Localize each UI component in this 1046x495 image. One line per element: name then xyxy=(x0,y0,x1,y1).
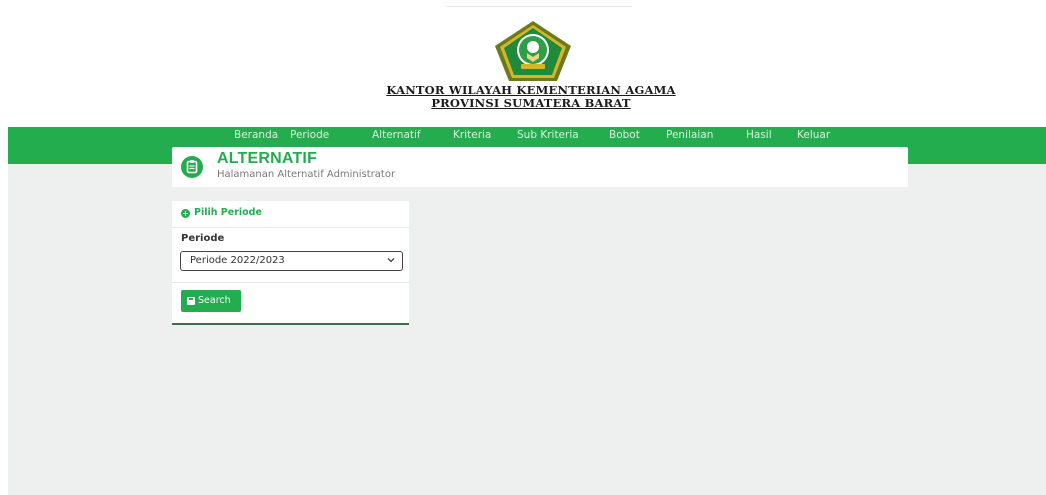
nav-item-bobot[interactable]: Bobot xyxy=(609,129,640,141)
periode-select[interactable]: Periode 2022/2023 xyxy=(180,251,403,271)
nav-item-keluar[interactable]: Keluar xyxy=(797,129,830,141)
form-card-header: Pilih Periode xyxy=(172,201,409,228)
periode-form-card: Pilih Periode Periode Periode 2022/2023 … xyxy=(172,201,409,325)
kemenag-logo-icon xyxy=(495,21,571,81)
top-divider xyxy=(446,6,632,7)
nav-item-penilaian[interactable]: Penilaian xyxy=(666,129,713,141)
chevron-down-icon xyxy=(387,258,395,263)
page-title-card: ALTERNATIF Halamanan Alternatif Administ… xyxy=(172,147,908,187)
nav-item-sub-kriteria[interactable]: Sub Kriteria xyxy=(517,129,579,141)
page: KANTOR WILAYAH KEMENTERIAN AGAMA PROVINS… xyxy=(8,0,1046,495)
nav-item-kriteria[interactable]: Kriteria xyxy=(453,129,491,141)
search-button[interactable]: Search xyxy=(181,290,241,312)
nav-item-beranda[interactable]: Beranda xyxy=(234,129,278,141)
content-area xyxy=(8,164,1046,495)
nav-item-hasil[interactable]: Hasil xyxy=(746,129,772,141)
form-card-title: Pilih Periode xyxy=(194,207,262,218)
header: KANTOR WILAYAH KEMENTERIAN AGAMA PROVINS… xyxy=(8,0,1046,127)
periode-select-value: Periode 2022/2023 xyxy=(190,255,285,266)
plus-circle-icon xyxy=(181,209,190,218)
clipboard-icon xyxy=(181,156,203,178)
nav-item-alternatif[interactable]: Alternatif xyxy=(372,129,421,141)
save-icon xyxy=(187,297,195,305)
page-subtitle: Halamanan Alternatif Administrator xyxy=(217,169,396,180)
org-name-line1: KANTOR WILAYAH KEMENTERIAN AGAMA xyxy=(386,83,676,97)
search-button-label: Search xyxy=(198,295,231,306)
page-title: ALTERNATIF xyxy=(217,150,318,167)
org-name-line2: PROVINSI SUMATERA BARAT xyxy=(431,96,631,110)
periode-label: Periode xyxy=(181,233,225,244)
form-divider xyxy=(172,282,409,283)
nav-item-periode[interactable]: Periode xyxy=(290,129,329,141)
